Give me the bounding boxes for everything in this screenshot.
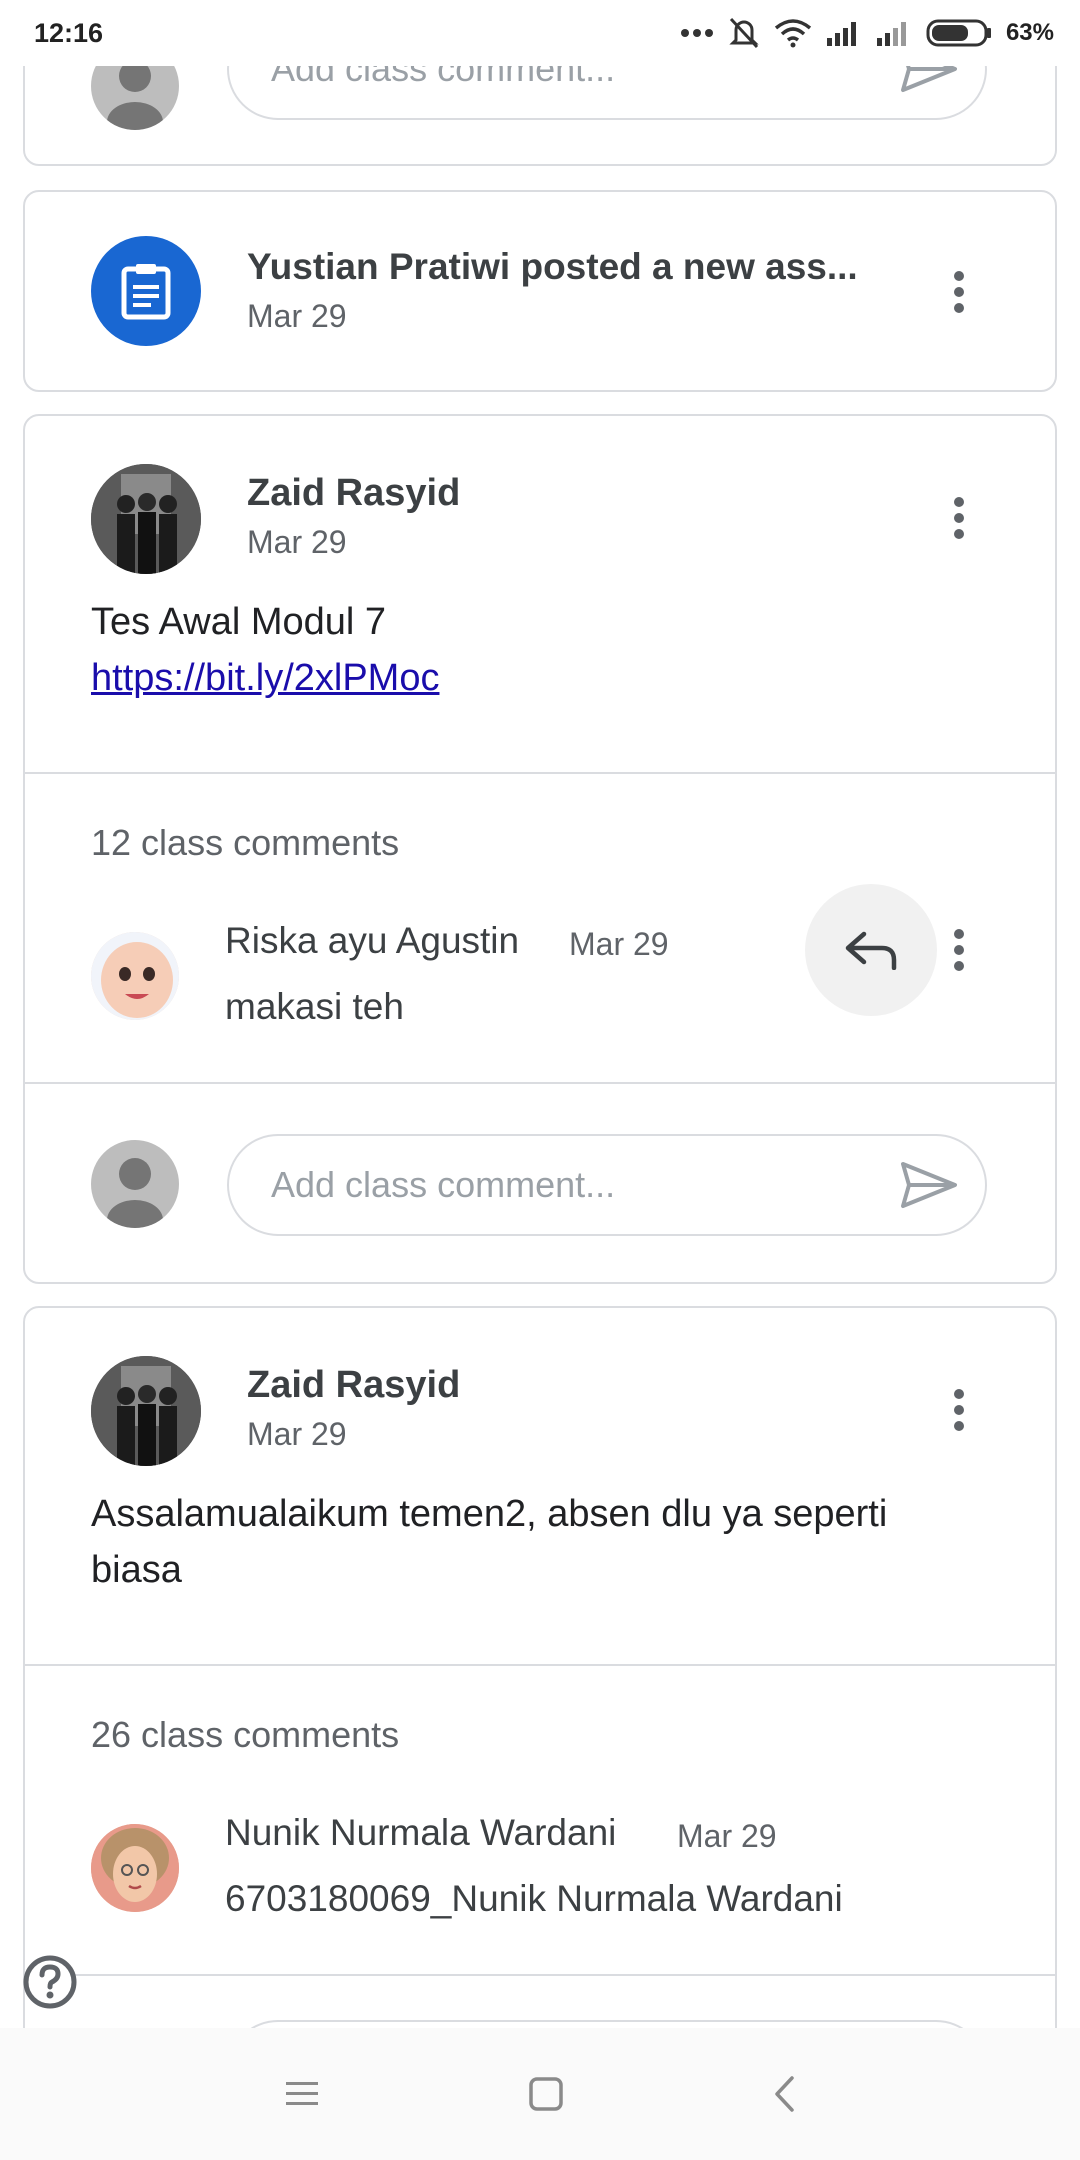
system-navigation-bar (0, 2028, 1080, 2160)
more-dots-icon (680, 29, 713, 37)
comment-placeholder: Add class comment... (271, 1164, 616, 1205)
send-icon[interactable] (899, 1160, 959, 1210)
more-vert-icon (954, 929, 964, 971)
post-text: Tes Awal Modul 7 https://bit.ly/2xlPMoc (91, 594, 439, 706)
assignment-avatar (91, 236, 201, 346)
signal-icon-2 (876, 22, 906, 46)
post-line: Tes Awal Modul 7 (91, 601, 387, 643)
assignment-date: Mar 29 (247, 298, 347, 334)
battery-icon (926, 19, 991, 47)
assignment-more-button[interactable] (929, 262, 989, 322)
comment-text: makasi teh (225, 986, 404, 1027)
post-card-1: Zaid Rasyid Mar 29 Tes Awal Modul 7 http… (23, 414, 1057, 1284)
comment-input[interactable]: Add class comment... (227, 1134, 987, 1236)
comment-more-button[interactable] (929, 920, 989, 980)
commenter-avatar (91, 932, 179, 1020)
status-bar: 12:16 63% (0, 0, 1080, 66)
screen: Add class comment... 12:16 63% Yustian P… (0, 0, 1080, 2160)
help-icon[interactable] (22, 1954, 78, 2010)
reply-icon (845, 931, 897, 970)
author-avatar (91, 1356, 201, 1466)
author-avatar (91, 464, 201, 574)
post-text: Assalamualaikum temen2, absen dlu ya sep… (91, 1493, 888, 1591)
divider (25, 1664, 1055, 1666)
status-time: 12:16 (34, 17, 104, 48)
divider (25, 772, 1055, 774)
user-avatar (91, 1140, 179, 1228)
post-author: Zaid Rasyid (247, 472, 461, 514)
wifi-icon (774, 19, 812, 48)
signal-icon-1 (826, 22, 856, 46)
assignment-card[interactable]: Yustian Pratiwi posted a new ass... Mar … (23, 190, 1057, 392)
reply-button[interactable] (805, 884, 937, 1016)
comment-text: 6703180069_Nunik Nurmala Wardani (225, 1878, 843, 1919)
status-icons: 63% (680, 16, 1054, 50)
comments-count[interactable]: 26 class comments (91, 1714, 399, 1756)
divider (25, 1974, 1055, 1976)
silent-bell-icon (729, 17, 759, 49)
assignment-title: Yustian Pratiwi posted a new ass... (247, 246, 858, 287)
assignment-icon (121, 264, 171, 320)
divider (25, 1082, 1055, 1084)
post-link[interactable]: https://bit.ly/2xlPMoc (91, 650, 439, 706)
back-icon[interactable] (773, 2076, 795, 2112)
commenter-name: Nunik Nurmala Wardani (225, 1812, 617, 1853)
comments-count[interactable]: 12 class comments (91, 822, 399, 864)
battery-percent: 63% (1005, 19, 1054, 46)
menu-icon[interactable] (285, 2080, 319, 2108)
more-vert-icon (954, 271, 964, 313)
commenter-avatar (91, 1824, 179, 1912)
post-more-button[interactable] (929, 488, 989, 548)
post-date: Mar 29 (247, 524, 347, 560)
post-more-button[interactable] (929, 1380, 989, 1440)
commenter-name: Riska ayu Agustin (225, 920, 520, 961)
comment-date: Mar 29 (569, 926, 669, 962)
more-vert-icon (954, 1389, 964, 1431)
post-author: Zaid Rasyid (247, 1364, 461, 1406)
home-square-icon[interactable] (529, 2077, 563, 2111)
post-card-2: Zaid Rasyid Mar 29 Assalamualaikum temen… (23, 1306, 1057, 2106)
comment-date: Mar 29 (677, 1818, 777, 1854)
more-vert-icon (954, 497, 964, 539)
post-date: Mar 29 (247, 1416, 347, 1452)
